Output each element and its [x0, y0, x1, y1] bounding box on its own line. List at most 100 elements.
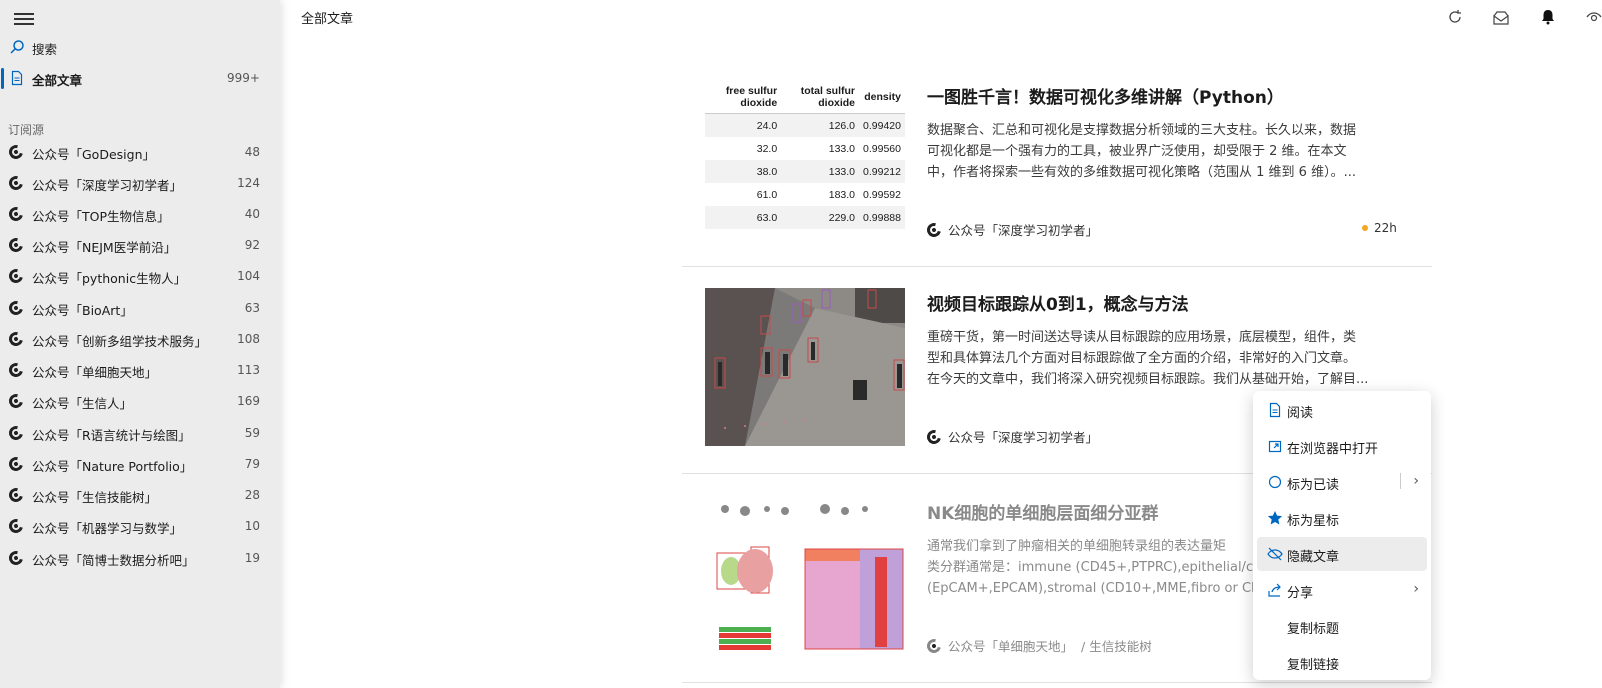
sidebar-feed-item[interactable]: 公众号「pythonic生物人」 104	[0, 262, 280, 290]
feed-label: 公众号「pythonic生物人」	[32, 271, 187, 286]
feed-logo-icon	[924, 219, 944, 240]
hide-read-icon[interactable]	[1586, 8, 1602, 26]
table-row: 24.0 126.0 0.99420	[705, 113, 905, 137]
menu-item-hide-article[interactable]: 隐藏文章	[1257, 537, 1427, 571]
document-icon	[1269, 402, 1281, 418]
table-row: 38.0 133.0 0.99212	[705, 160, 905, 183]
unread-dot-icon	[1362, 225, 1368, 231]
feed-logo-icon	[6, 423, 26, 443]
thumbnail-table: free sulfur dioxide total sulfur dioxide…	[705, 81, 905, 229]
sidebar-feed-item[interactable]: 公众号「Nature Portfolio」 79	[0, 450, 280, 478]
table-cell: 126.0	[781, 113, 860, 137]
chevron-right-icon[interactable]: ›	[1413, 473, 1419, 489]
feed-label: 公众号「机器学习与数学」	[32, 521, 183, 536]
table-cell: 24.0	[705, 113, 782, 137]
sidebar-feed-item[interactable]: 公众号「创新多组学技术服务」 108	[0, 325, 280, 353]
feed-label: 公众号「BioArt」	[32, 303, 133, 318]
mark-all-read-icon[interactable]	[1492, 8, 1510, 26]
sidebar-feed-item[interactable]: 公众号「简博士数据分析吧」 19	[0, 544, 280, 572]
article-snippet: 数据聚合、汇总和可视化是支撑数据分析领域的三大支柱。长久以来，数据 可视化都是一…	[927, 120, 1402, 183]
article-thumbnail	[705, 288, 905, 446]
article-source-name: 公众号「深度学习初学者」	[948, 430, 1099, 445]
sidebar-feed-item[interactable]: 公众号「NEJM医学前沿」 92	[0, 231, 280, 259]
menu-item-open-in-browser[interactable]: 在浏览器中打开	[1257, 429, 1427, 463]
article-time-label: 22h	[1374, 221, 1397, 235]
table-header: free sulfur dioxide	[705, 81, 782, 114]
feed-logo-icon	[6, 173, 26, 193]
table-cell: 0.99560	[863, 142, 901, 155]
article-thumbnail	[705, 497, 905, 655]
feed-count: 28	[244, 488, 260, 502]
article-source: 公众号「单细胞天地」 / 生信技能树	[924, 635, 1152, 656]
refresh-icon[interactable]	[1446, 8, 1464, 26]
sidebar-feed-item[interactable]: 公众号「生信技能树」 28	[0, 481, 280, 509]
sidebar-feed-item[interactable]: 公众号「R语言统计与绘图」 59	[0, 419, 280, 447]
feed-label: 公众号「Nature Portfolio」	[32, 459, 193, 474]
feed-count: 59	[244, 426, 260, 440]
feed-logo-icon	[6, 485, 26, 505]
table-cell: 0.99420	[859, 113, 905, 137]
feed-label: 公众号「生信人」	[32, 396, 133, 411]
feed-count: 169	[237, 394, 260, 408]
sidebar-feed-item[interactable]: 公众号「GoDesign」 48	[0, 138, 280, 166]
sidebar-feed-item[interactable]: 公众号「机器学习与数学」 10	[0, 512, 280, 540]
eye-off-icon	[1267, 547, 1283, 561]
feed-logo-icon	[6, 454, 26, 474]
sidebar-feed-item[interactable]: 公众号「TOP生物信息」 40	[0, 200, 280, 228]
table-cell: 133.0	[781, 160, 860, 183]
sidebar-feed-item[interactable]: 公众号「生信人」 169	[0, 387, 280, 415]
feed-label: 公众号「单细胞天地」	[32, 365, 158, 380]
menu-item-copy-link[interactable]: 复制链接	[1257, 645, 1427, 679]
menu-separator	[1400, 473, 1401, 489]
table-header: density	[859, 81, 905, 114]
menu-item-read[interactable]: 阅读	[1257, 393, 1427, 427]
feed-logo-icon	[6, 548, 26, 568]
feed-count: 113	[237, 363, 260, 377]
table-cell: 63.0	[705, 206, 782, 229]
table-row: 63.0 229.0 0.99888	[705, 206, 905, 229]
feed-count: 19	[244, 551, 260, 565]
menu-item-label: 复制链接	[1287, 658, 1340, 673]
menu-item-mark-read[interactable]: 标为已读 ›	[1257, 465, 1427, 499]
snippet-line: 在今天的文章中，我们将深入研究视频目标跟踪。我们从基础开始，了解目...	[927, 372, 1369, 387]
feed-logo-icon	[6, 204, 26, 224]
snippet-line: 型和具体算法几个方面对目标跟踪做了全方面的介绍，非常好的入门文章。	[927, 351, 1357, 366]
feed-count: 124	[237, 176, 260, 190]
bell-icon[interactable]	[1539, 8, 1557, 26]
feed-count: 48	[244, 145, 260, 159]
table-row: 61.0 183.0 0.99592	[705, 183, 905, 206]
feed-logo-icon	[6, 298, 26, 318]
open-external-icon	[1268, 440, 1282, 453]
article-source-extra: / 生信技能树	[1081, 639, 1152, 654]
article-card[interactable]: free sulfur dioxide total sulfur dioxide…	[682, 60, 1432, 267]
menu-item-label: 复制标题	[1287, 622, 1340, 637]
all-articles-label: 全部文章	[32, 73, 83, 88]
menu-item-share[interactable]: 分享 ›	[1257, 573, 1427, 607]
feed-count: 92	[244, 238, 260, 252]
menu-item-label: 阅读	[1287, 406, 1314, 421]
hamburger-menu-icon[interactable]	[14, 10, 34, 26]
article-source: 公众号「深度学习初学者」	[924, 426, 1099, 447]
menu-item-label: 分享	[1287, 586, 1314, 601]
feed-logo-icon	[6, 142, 26, 162]
sidebar-feed-item[interactable]: 公众号「单细胞天地」 113	[0, 356, 280, 384]
sidebar-item-all-articles[interactable]: 全部文章 999+	[0, 64, 280, 92]
feed-logo-icon	[6, 266, 26, 286]
table-cell: 0.99592	[863, 188, 901, 201]
article-time: 22h	[1362, 221, 1397, 235]
table-cell: 0.99888	[859, 206, 905, 229]
table-cell: 133.0	[828, 142, 856, 155]
search-item[interactable]: 搜索	[0, 33, 280, 61]
chevron-right-icon: ›	[1413, 581, 1419, 597]
sidebar-feed-item[interactable]: 公众号「BioArt」 63	[0, 294, 280, 322]
active-indicator	[1, 68, 4, 89]
sidebar-feed-item[interactable]: 公众号「深度学习初学者」 124	[0, 169, 280, 197]
table-row: 32.0 133.0 0.99560	[705, 137, 905, 160]
feed-label: 公众号「深度学习初学者」	[32, 178, 183, 193]
menu-item-star[interactable]: 标为星标	[1257, 501, 1427, 535]
feed-label: 公众号「简博士数据分析吧」	[32, 553, 195, 568]
menu-item-copy-title[interactable]: 复制标题	[1257, 609, 1427, 643]
feed-label: 公众号「R语言统计与绘图」	[32, 428, 191, 443]
star-icon	[1267, 511, 1283, 525]
table-cell: 32.0	[756, 142, 778, 155]
